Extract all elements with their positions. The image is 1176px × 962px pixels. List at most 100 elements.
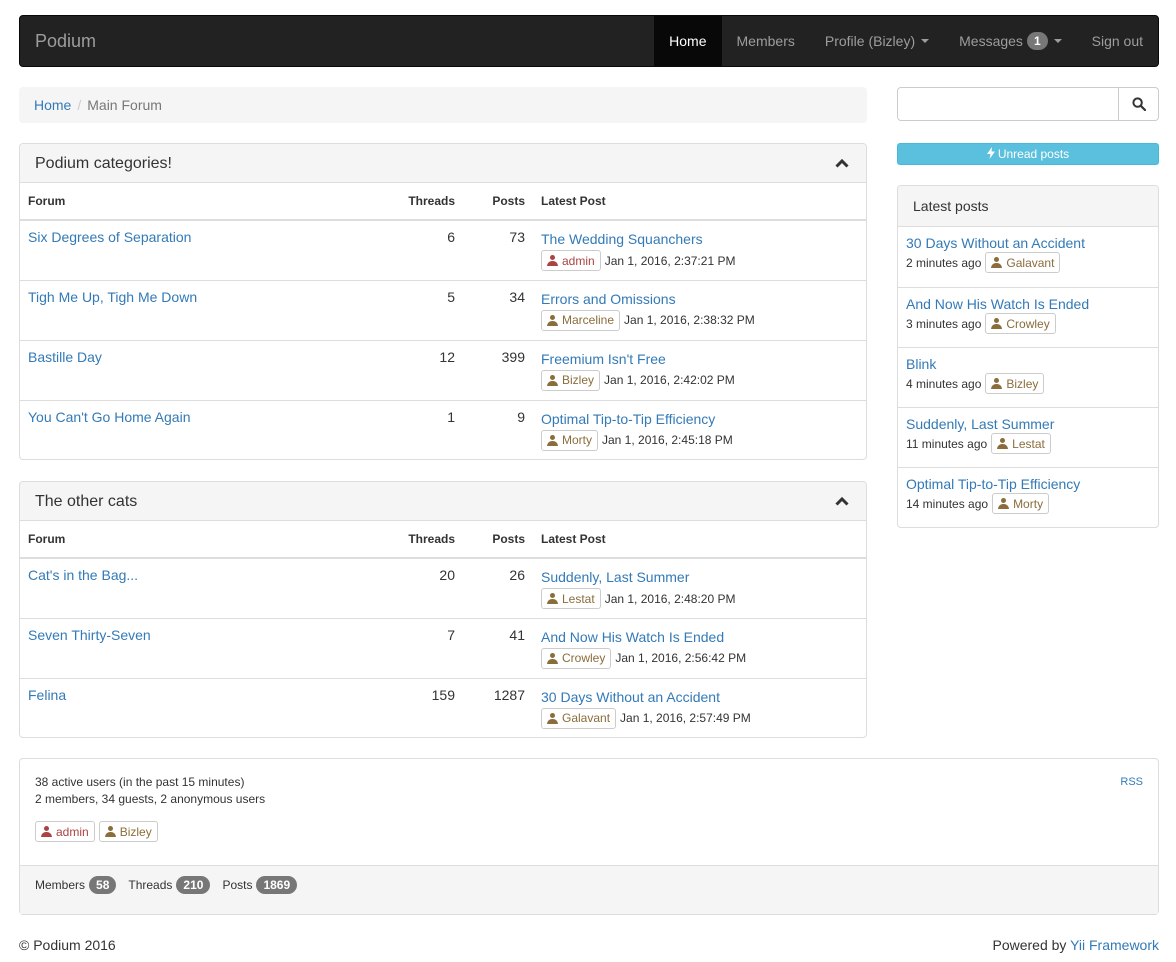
breadcrumb: Home / Main Forum (19, 87, 867, 123)
forum-link[interactable]: Felina (28, 687, 66, 703)
latest-post-meta: 3 minutes ago Crowley (906, 313, 1150, 334)
latest-post-meta: 11 minutes ago Lestat (906, 433, 1150, 454)
online-stats-panel: 38 active users (in the past 15 minutes)… (19, 758, 1159, 915)
user-badge[interactable]: Bizley (985, 373, 1045, 394)
user-badge[interactable]: Marceline (541, 309, 621, 331)
user-badge[interactable]: Bizley (98, 821, 158, 842)
user-icon (41, 826, 52, 837)
user-badge-name: admin (562, 253, 595, 268)
search-icon (1131, 97, 1146, 111)
latest-posts-heading: Latest posts (898, 186, 1158, 227)
latest-post-link[interactable]: Optimal Tip-to-Tip Efficiency (906, 476, 1080, 492)
forum-link[interactable]: Bastille Day (28, 349, 102, 365)
list-item: 30 Days Without an Accident 2 minutes ago… (898, 227, 1158, 287)
nav-sign-out[interactable]: Sign out (1077, 16, 1158, 66)
user-icon (547, 434, 558, 446)
rss-link[interactable]: RSS (1120, 776, 1143, 788)
forum-link[interactable]: Cat's in the Bag... (28, 567, 138, 583)
unread-posts-button[interactable]: Unread posts (897, 143, 1159, 165)
user-badge-name: Morty (562, 433, 592, 447)
forum-thread-count: 20 (439, 567, 455, 583)
nav-messages-label: Messages (959, 33, 1023, 49)
user-badge-name: Morty (1013, 496, 1044, 511)
forum-link[interactable]: Six Degrees of Separation (28, 229, 191, 245)
forum-link[interactable]: You Can't Go Home Again (28, 409, 190, 425)
nav-members-label: Members (736, 33, 795, 49)
latest-post-link[interactable]: And Now His Watch Is Ended (906, 296, 1089, 312)
nav-members[interactable]: Members (722, 16, 810, 66)
latest-post-meta: Lestat Jan 1, 2016, 2:48:20 PM (541, 588, 858, 609)
user-badge[interactable]: Galavant (985, 252, 1061, 273)
col-posts: Posts (463, 521, 533, 559)
caret-down-icon (921, 39, 930, 43)
user-badge[interactable]: admin (541, 250, 601, 271)
user-badge[interactable]: Bizley (541, 369, 601, 391)
breadcrumb-separator: / (77, 97, 82, 113)
nav-menu: Home Members Profile (Bizley) Messages 1 … (654, 16, 1158, 66)
forum-post-count: 26 (509, 567, 525, 583)
search-button[interactable] (1119, 87, 1159, 121)
col-forum: Forum (20, 183, 368, 221)
table-row: You Can't Go Home Again 1 9 Optimal Tip-to-… (20, 399, 866, 460)
user-icon (547, 652, 558, 664)
latest-post-link[interactable]: The Wedding Squanchers (541, 229, 858, 249)
latest-post-meta: Bizley Jan 1, 2016, 2:42:02 PM (541, 369, 858, 391)
latest-post-date: Jan 1, 2016, 2:42:02 PM (604, 373, 735, 387)
user-badge-name: Galavant (1006, 255, 1055, 270)
breadcrumb-current: Main Forum (87, 97, 162, 113)
lightning-icon (986, 147, 995, 159)
user-badge[interactable]: Galavant (541, 707, 617, 729)
stat-members-count: 58 (89, 876, 117, 894)
users-breakdown-text: 2 members, 34 guests, 2 anonymous users (35, 792, 266, 806)
forum-link[interactable]: Seven Thirty-Seven (28, 627, 151, 643)
user-badge-name: admin (56, 824, 89, 839)
copyright-text: © Podium 2016 (19, 937, 116, 953)
latest-post-link[interactable]: Suddenly, Last Summer (541, 567, 858, 587)
col-latest-post: Latest Post (533, 521, 866, 559)
search-input[interactable] (897, 87, 1119, 121)
latest-post-meta: Marceline Jan 1, 2016, 2:38:32 PM (541, 309, 858, 331)
latest-post-link[interactable]: Errors and Omissions (541, 289, 858, 309)
table-row: Cat's in the Bag... 20 26 Suddenly, Last Su… (20, 558, 866, 618)
forum-link[interactable]: Tigh Me Up, Tigh Me Down (28, 289, 197, 305)
nav-messages-dropdown[interactable]: Messages 1 (944, 16, 1077, 66)
forum-thread-count: 6 (447, 229, 455, 245)
table-row: Felina 159 1287 30 Days Without an Accident… (20, 677, 866, 738)
chevron-up-icon[interactable] (835, 158, 849, 168)
user-badge[interactable]: Morty (541, 429, 598, 451)
nav-profile-dropdown[interactable]: Profile (Bizley) (810, 16, 944, 66)
user-badge[interactable]: Crowley (985, 313, 1056, 334)
user-badge[interactable]: Morty (992, 493, 1050, 514)
latest-post-link[interactable]: Suddenly, Last Summer (906, 416, 1054, 432)
latest-post-link[interactable]: Freemium Isn't Free (541, 349, 858, 369)
forum-post-count: 73 (509, 229, 525, 245)
col-posts: Posts (463, 183, 533, 221)
user-badge[interactable]: Lestat (541, 588, 601, 609)
nav-profile-label: Profile (Bizley) (824, 33, 916, 49)
latest-post-meta: 2 minutes ago Galavant (906, 252, 1150, 273)
user-badge[interactable]: Lestat (991, 433, 1051, 454)
latest-post-link[interactable]: 30 Days Without an Accident (906, 235, 1085, 251)
latest-post-date: Jan 1, 2016, 2:45:18 PM (602, 433, 733, 447)
brand-link[interactable]: Podium (35, 16, 96, 66)
category-panel: Podium categories! Forum Threads Posts Lates… (19, 143, 867, 460)
breadcrumb-home-link[interactable]: Home (34, 97, 71, 113)
latest-post-meta: Crowley Jan 1, 2016, 2:56:42 PM (541, 647, 858, 669)
user-badge-name: Bizley (1006, 376, 1039, 391)
user-badge[interactable]: admin (35, 821, 95, 842)
forum-thread-count: 159 (368, 677, 463, 738)
chevron-up-icon[interactable] (835, 496, 849, 506)
latest-post-link[interactable]: 30 Days Without an Accident (541, 687, 858, 707)
yii-framework-link[interactable]: Yii Framework (1070, 937, 1159, 953)
nav-home[interactable]: Home (654, 16, 722, 66)
user-icon (547, 255, 558, 266)
latest-post-date: Jan 1, 2016, 2:48:20 PM (604, 591, 736, 606)
user-badge[interactable]: Crowley (541, 647, 612, 669)
latest-posts-list: 30 Days Without an Accident 2 minutes ago… (898, 227, 1158, 527)
latest-post-link[interactable]: Optimal Tip-to-Tip Efficiency (541, 409, 858, 429)
latest-post-link[interactable]: And Now His Watch Is Ended (541, 627, 858, 647)
powered-by-prefix: Powered by (992, 937, 1067, 953)
post-time-ago: 14 minutes ago (906, 496, 989, 511)
caret-down-icon (1053, 39, 1062, 43)
latest-post-link[interactable]: Blink (906, 356, 936, 372)
